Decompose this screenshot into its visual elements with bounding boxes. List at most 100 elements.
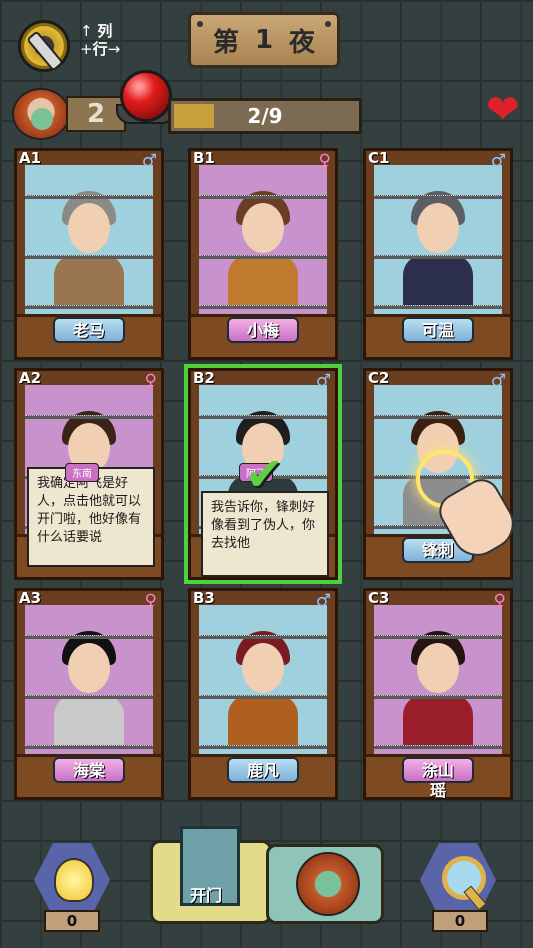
card-a1[interactable]: A1 ♂ 老马	[14, 148, 164, 360]
character-portrait	[54, 625, 124, 745]
nail-icon	[325, 21, 331, 27]
card-b2[interactable]: B2 ♂ 我告诉你，锋刺好像看到了伪人，你去找他 阿飞 ✔	[184, 364, 342, 584]
female-icon: ♀	[318, 151, 331, 171]
barbed-wire	[25, 695, 153, 699]
barbed-wire	[25, 415, 153, 419]
barbed-wire	[374, 695, 502, 699]
male-icon: ♂	[490, 151, 506, 171]
portrait-body	[54, 695, 124, 745]
axis-hint: ↑ 列 +行→	[80, 22, 120, 58]
card-coordinate: C2	[368, 369, 390, 387]
barbed-wire	[25, 745, 153, 749]
player-avatar	[12, 88, 70, 140]
axis-col-label: ↑ 列	[80, 22, 113, 40]
barbed-wire	[374, 745, 502, 749]
character-portrait	[403, 625, 473, 745]
card-coordinate: A1	[19, 149, 42, 167]
progress-text: 2/9	[247, 104, 283, 128]
portrait-body	[228, 695, 298, 745]
card-backdrop	[374, 605, 502, 769]
card-coordinate: C1	[368, 149, 390, 167]
character-portrait	[228, 625, 298, 745]
barbed-wire	[25, 305, 153, 309]
barbed-wire	[199, 745, 327, 749]
male-icon: ♂	[315, 591, 331, 611]
barbed-wire	[374, 635, 502, 639]
card-backdrop	[374, 165, 502, 329]
male-icon: ♂	[490, 371, 506, 391]
card-coordinate: B3	[193, 589, 215, 607]
portrait-head	[242, 203, 284, 253]
female-icon: ♀	[144, 591, 157, 611]
card-backdrop	[199, 605, 327, 769]
progress-bar: 2/9	[168, 98, 362, 134]
axis-row-label: +行→	[80, 40, 121, 58]
portrait-body	[228, 255, 298, 305]
card-c3[interactable]: C3 ♀ 涂山瑶	[363, 588, 513, 800]
male-icon: ♂	[141, 151, 157, 171]
barbed-wire	[199, 695, 327, 699]
magnifier-count: 0	[432, 910, 488, 932]
open-door-label: 开门	[190, 886, 223, 905]
suspect-avatar	[296, 852, 360, 916]
portrait-head	[68, 643, 110, 693]
card-b3[interactable]: B3 ♂ 鹿凡	[188, 588, 338, 800]
portrait-body	[403, 255, 473, 305]
portrait-head	[417, 203, 459, 253]
lightbulb-icon	[54, 858, 94, 902]
character-portrait	[403, 185, 473, 305]
portrait-head	[68, 203, 110, 253]
portrait-head	[417, 643, 459, 693]
heart-icon: ❤	[486, 87, 520, 133]
barbed-wire	[25, 635, 153, 639]
checkmark-icon: ✔	[245, 447, 284, 501]
night-prefix: 第	[212, 27, 239, 58]
card-coordinate: A2	[19, 369, 42, 387]
female-icon: ♀	[493, 591, 506, 611]
card-backdrop	[25, 165, 153, 329]
avatar-face	[31, 108, 53, 130]
barbed-wire	[199, 195, 327, 199]
name-tag: 可温	[402, 317, 474, 343]
name-chip: 东南	[65, 463, 99, 482]
speech-bubble: 我确定阿飞是好人，点击他就可以开门啦，他好像有什么话要说	[27, 467, 155, 567]
character-portrait	[228, 185, 298, 305]
card-a2[interactable]: A2 ♀ 我确定阿飞是好人，点击他就可以开门啦，他好像有什么话要说 东南	[14, 368, 164, 580]
card-backdrop	[199, 165, 327, 329]
card-coordinate: C3	[368, 589, 390, 607]
card-b1[interactable]: B1 ♀ 小梅	[188, 148, 338, 360]
barbed-wire	[25, 195, 153, 199]
portrait-body	[54, 255, 124, 305]
card-coordinate: B2	[193, 369, 215, 387]
barbed-wire	[374, 305, 502, 309]
portrait-head	[242, 643, 284, 693]
barbed-wire	[25, 255, 153, 259]
night-suffix: 夜	[289, 27, 316, 58]
barbed-wire	[199, 255, 327, 259]
barbed-wire	[199, 415, 327, 419]
night-sign: 第 1 夜	[188, 12, 340, 68]
name-tag: 海棠	[53, 757, 125, 783]
hint-count: 0	[44, 910, 100, 932]
barbed-wire	[199, 305, 327, 309]
name-tag: 小梅	[227, 317, 299, 343]
barbed-wire	[374, 255, 502, 259]
card-coordinate: A3	[19, 589, 42, 607]
night-number: 1	[254, 25, 274, 55]
card-a3[interactable]: A3 ♀ 海棠	[14, 588, 164, 800]
name-tag: 涂山瑶	[402, 757, 474, 800]
barbed-wire	[374, 415, 502, 419]
red-button-icon[interactable]	[120, 70, 172, 122]
nail-icon	[197, 21, 203, 27]
barbed-wire	[199, 635, 327, 639]
name-tag: 鹿凡	[227, 757, 299, 783]
card-c1[interactable]: C1 ♂ 可温	[363, 148, 513, 360]
card-coordinate: B1	[193, 149, 215, 167]
male-icon: ♂	[315, 371, 331, 391]
name-tag: 老马	[53, 317, 125, 343]
character-portrait	[54, 185, 124, 305]
portrait-body	[403, 695, 473, 745]
female-icon: ♀	[144, 371, 157, 391]
card-backdrop	[25, 605, 153, 769]
barbed-wire	[374, 195, 502, 199]
